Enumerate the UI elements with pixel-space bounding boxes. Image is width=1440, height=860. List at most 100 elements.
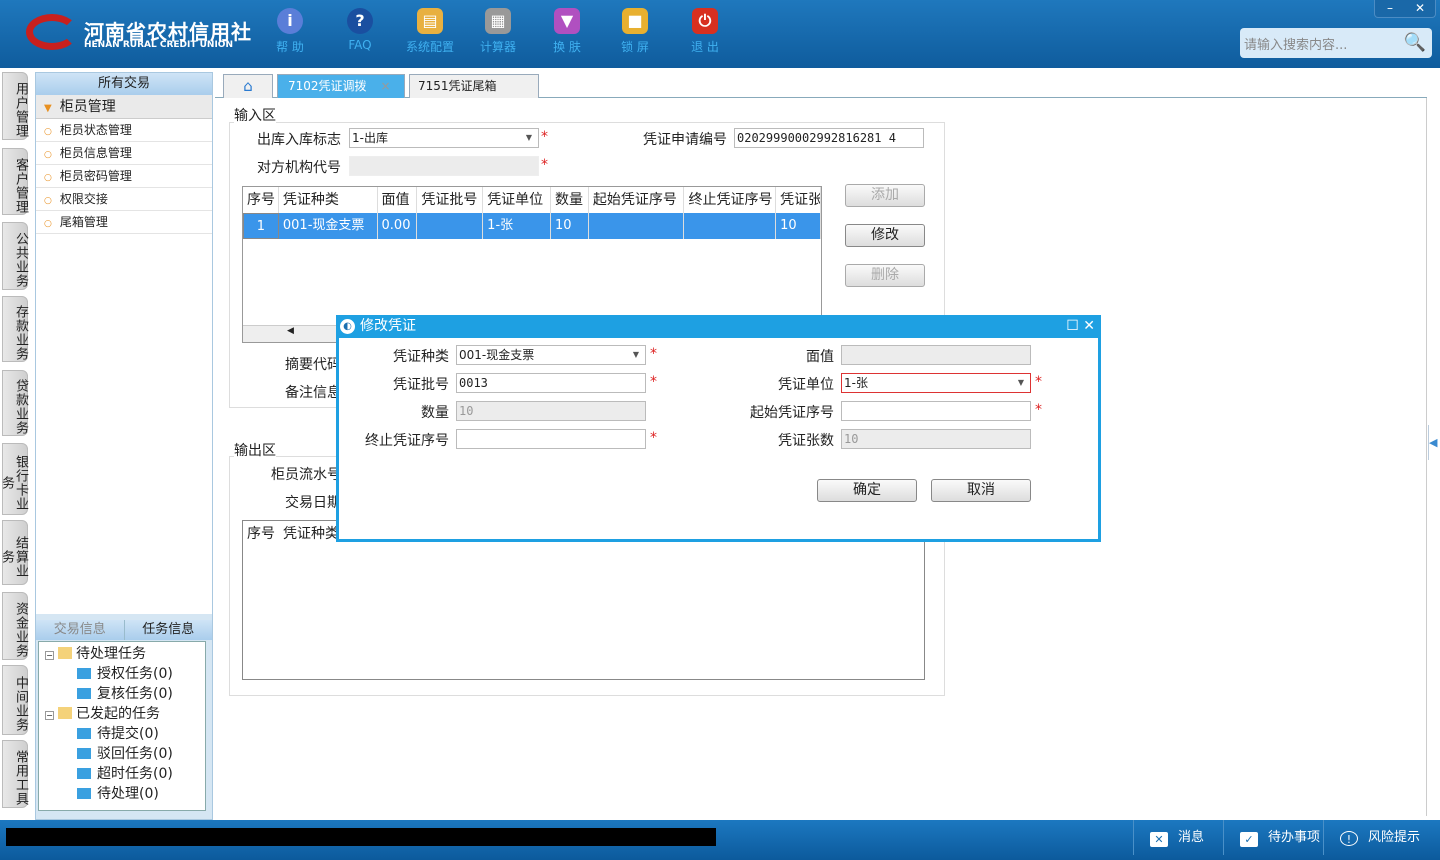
tree-leaf[interactable]: 待处理(0) <box>45 784 205 804</box>
count-field[interactable]: 10 <box>841 429 1031 449</box>
todo-button[interactable]: ✓ 待办事项 <box>1223 820 1323 855</box>
exit-button[interactable]: ⏻ 退 出 <box>675 8 735 55</box>
close-button[interactable]: ✕ <box>1405 0 1435 17</box>
tree-leaf[interactable]: 超时任务(0) <box>45 764 205 784</box>
tab-7151[interactable]: 7151凭证尾箱库...× <box>409 74 539 115</box>
modify-voucher-dialog: ◐ 修改凭证 ☐ ✕ 凭证种类 001-现金支票 ▼ * 凭证批号 0013 * 数量… <box>336 315 1101 542</box>
bullet-icon: ○ <box>44 219 52 229</box>
skin-button[interactable]: ▼ 换 肤 <box>537 8 597 55</box>
node-label: 待提交(0) <box>97 726 159 742</box>
folder-icon <box>58 707 72 719</box>
tree-leaf[interactable]: 复核任务(0) <box>45 684 205 704</box>
modify-button[interactable]: 修改 <box>845 224 925 247</box>
messages-button[interactable]: ✕ 消息 <box>1133 820 1223 855</box>
delete-button[interactable]: 删除 <box>845 264 925 287</box>
folder-icon <box>77 788 91 799</box>
unit-select[interactable]: 1-张 ▼ <box>841 373 1031 393</box>
vtab-customer-mgmt[interactable]: 客户管理 <box>2 148 28 215</box>
tab-bar: ⌂ 7102凭证调拨 × 7151凭证尾箱库...× <box>215 72 1427 115</box>
vtab-loan[interactable]: 贷款业务 <box>2 370 28 436</box>
folder-icon <box>77 748 91 759</box>
required-mark: * <box>650 346 657 362</box>
type-select[interactable]: 001-现金支票 ▼ <box>456 345 646 365</box>
tree-node[interactable]: − 已发起的任务 <box>45 704 205 724</box>
confirm-button[interactable]: 确定 <box>817 479 917 502</box>
dialog-titlebar[interactable]: ◐ 修改凭证 ☐ ✕ <box>336 315 1101 338</box>
vtab-intermediary[interactable]: 中间业务 <box>2 665 28 735</box>
node-label: 待处理(0) <box>97 786 159 802</box>
tool-label: 退 出 <box>691 40 719 54</box>
vtab-bankcard[interactable]: 银行卡业务 <box>0 443 28 515</box>
type-label: 凭证种类 <box>393 349 449 365</box>
start-no-field[interactable] <box>841 401 1031 421</box>
sidebar-empty <box>36 234 212 614</box>
qty-label: 数量 <box>421 405 449 421</box>
qty-field[interactable]: 10 <box>456 401 646 421</box>
help-button[interactable]: i 帮 助 <box>260 8 320 55</box>
tree-leaf[interactable]: 待提交(0) <box>45 724 205 744</box>
sidebar-group-teller[interactable]: ▼ 柜员管理 <box>36 95 212 119</box>
start-no-label: 起始凭证序号 <box>750 405 834 421</box>
maximize-icon[interactable]: ☐ <box>1066 318 1079 334</box>
lock-button[interactable]: ■ 锁 屏 <box>605 8 665 55</box>
tree-leaf[interactable]: 授权任务(0) <box>45 664 205 684</box>
tab-home[interactable]: ⌂ <box>223 74 273 98</box>
close-tab-icon[interactable]: × <box>381 79 391 93</box>
date-label: 交易日期 <box>285 495 341 511</box>
column-header: 序号 <box>243 187 279 213</box>
close-icon[interactable]: ✕ <box>1083 318 1095 334</box>
cell: 10 <box>551 213 589 239</box>
sidebar-item[interactable]: ○ 柜员状态管理 <box>36 119 212 142</box>
sidebar-item[interactable]: ○ 权限交接 <box>36 188 212 211</box>
sidebar-item[interactable]: ○ 尾箱管理 <box>36 211 212 234</box>
risk-alert-button[interactable]: ! 风险提示 <box>1323 820 1440 855</box>
messages-label: 消息 <box>1178 830 1205 845</box>
settings-button[interactable]: ▤ 系统配置 <box>400 8 460 55</box>
calculator-button[interactable]: ▦ 计算器 <box>468 8 528 55</box>
end-no-field[interactable] <box>456 429 646 449</box>
tool-label: 换 肤 <box>553 40 581 54</box>
collapse-icon[interactable]: − <box>45 651 54 660</box>
task-tree: − 待处理任务 授权任务(0) 复核任务(0) − 已发起的任务 待提交(0) 驳回… <box>38 641 206 811</box>
power-icon: ⏻ <box>692 8 718 34</box>
item-label: 柜员信息管理 <box>59 146 132 160</box>
tool-label: 帮 助 <box>276 40 304 54</box>
bottom-tabs: 交易信息 任务信息 <box>36 620 212 640</box>
face-label: 面值 <box>806 349 834 365</box>
sidebar-item[interactable]: ○ 柜员密码管理 <box>36 165 212 188</box>
folder-icon <box>58 647 72 659</box>
vtab-tools[interactable]: 常用工具 <box>2 740 28 808</box>
flag-select[interactable]: 1-出库 ▼ <box>349 128 539 148</box>
tree-node[interactable]: − 待处理任务 <box>45 644 205 664</box>
search-input[interactable]: 请输入搜索内容... 🔍 <box>1240 28 1432 58</box>
sidebar-item[interactable]: ○ 柜员信息管理 <box>36 142 212 165</box>
minimize-button[interactable]: – <box>1375 0 1405 17</box>
faq-button[interactable]: ? FAQ <box>330 8 390 52</box>
required-mark: * <box>650 430 657 446</box>
vtab-settlement[interactable]: 结算业务 <box>0 520 28 585</box>
face-field[interactable] <box>841 345 1031 365</box>
tab-7102[interactable]: 7102凭证调拨 × <box>277 74 405 98</box>
folder-icon <box>77 728 91 739</box>
batch-field[interactable]: 0013 <box>456 373 646 393</box>
required-mark: * <box>541 157 548 173</box>
expand-panel-icon[interactable]: ◀ <box>1428 425 1440 460</box>
input-area-legend: 输入区 <box>234 105 276 125</box>
vtab-user-mgmt[interactable]: 用户管理 <box>2 72 28 140</box>
vtab-deposit[interactable]: 存款业务 <box>2 296 28 362</box>
tab-task-info[interactable]: 任务信息 <box>123 620 213 640</box>
add-button[interactable]: 添加 <box>845 184 925 207</box>
vtab-public[interactable]: 公共业务 <box>2 222 28 290</box>
tab-transaction-info[interactable]: 交易信息 <box>36 620 124 640</box>
org-field[interactable] <box>349 156 539 176</box>
table-row[interactable]: 1 001-现金支票 0.00 1-张 10 10 <box>243 213 821 239</box>
bullet-icon: ○ <box>44 173 52 183</box>
tree-leaf[interactable]: 驳回任务(0) <box>45 744 205 764</box>
search-icon[interactable]: 🔍 <box>1404 32 1426 53</box>
cancel-button[interactable]: 取消 <box>931 479 1031 502</box>
apply-no-field[interactable]: 02029990002992816281 4 <box>734 128 924 148</box>
collapse-icon[interactable]: − <box>45 711 54 720</box>
vtab-funds[interactable]: 资金业务 <box>2 592 28 660</box>
scroll-left-icon[interactable]: ◀ <box>287 326 294 336</box>
window-controls: – ✕ <box>1374 0 1436 18</box>
